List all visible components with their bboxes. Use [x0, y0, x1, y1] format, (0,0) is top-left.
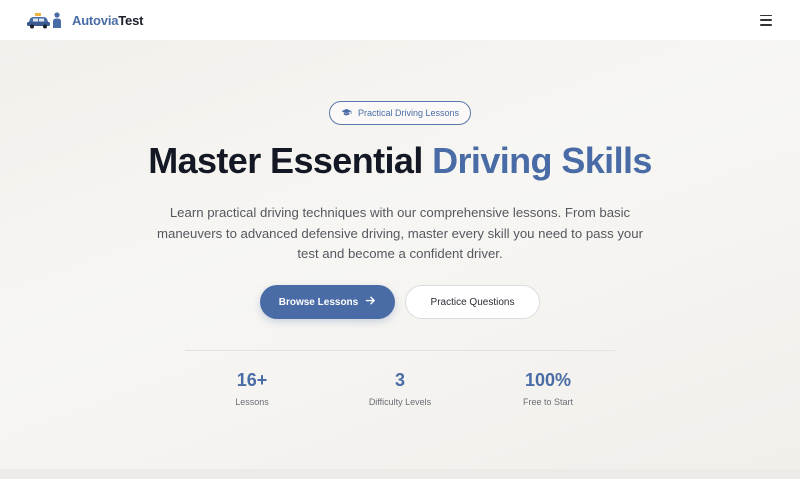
practice-questions-label: Practice Questions: [430, 296, 515, 308]
stats-divider: [185, 350, 615, 351]
logo[interactable]: AutoviaTest: [26, 11, 143, 29]
badge-label: Practical Driving Lessons: [357, 108, 460, 118]
stat-label: Free to Start: [522, 397, 574, 407]
stat-label: Lessons: [235, 397, 269, 407]
graduation-cap-icon: [341, 107, 352, 120]
car-instructor-logo-icon: [26, 11, 66, 29]
logo-text-test: Test: [118, 12, 144, 28]
logo-text: AutoviaTest: [72, 13, 143, 28]
stat-value: 100%: [524, 370, 572, 390]
arrow-right-icon: [365, 295, 376, 309]
hamburger-menu-icon[interactable]: [760, 14, 774, 26]
stat-label: Difficulty Levels: [368, 397, 432, 407]
next-section-edge: [0, 469, 800, 479]
stat-difficulty-levels: 3 Difficulty Levels: [345, 370, 455, 407]
practice-questions-button[interactable]: Practice Questions: [405, 285, 540, 319]
site-header: AutoviaTest: [0, 0, 800, 40]
browse-lessons-label: Browse Lessons: [278, 296, 359, 308]
stat-value: 3: [394, 370, 405, 390]
practical-lessons-badge: Practical Driving Lessons: [329, 101, 471, 125]
stat-value: 16+: [236, 370, 268, 390]
stat-free-to-start: 100% Free to Start: [493, 370, 603, 407]
title-accent: Driving Skills: [432, 140, 652, 181]
browse-lessons-button[interactable]: Browse Lessons: [260, 285, 395, 319]
stat-lessons: 16+ Lessons: [197, 370, 307, 407]
page-title: Master Essential Driving Skills: [0, 140, 800, 182]
title-main: Master Essential: [148, 140, 433, 181]
hero-subtitle: Learn practical driving techniques with …: [157, 205, 643, 261]
logo-text-autovia: Autovia: [72, 12, 119, 28]
